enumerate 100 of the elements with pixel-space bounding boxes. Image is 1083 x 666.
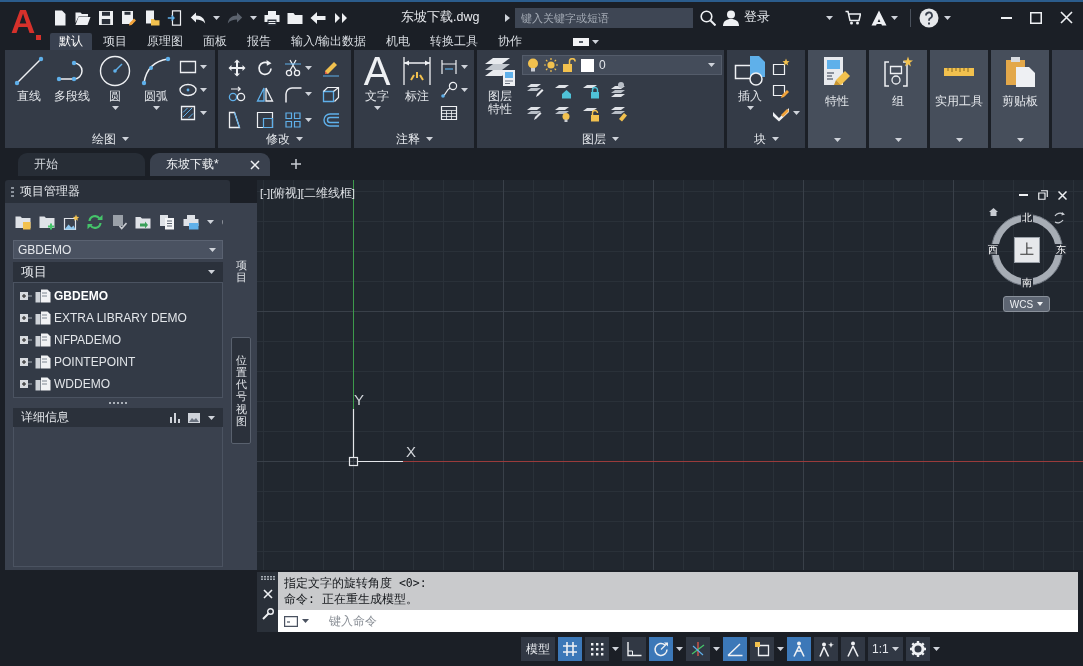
panel-title-button[interactable]: 绘图 [5, 130, 215, 148]
folder-plus-icon[interactable] [39, 214, 55, 230]
caret-icon[interactable] [305, 66, 312, 71]
ribbon-tab[interactable]: 输入/输出数据 [282, 33, 376, 50]
caret-icon[interactable] [200, 111, 207, 115]
bar-chart-icon[interactable] [170, 412, 180, 423]
caret-icon[interactable] [676, 647, 683, 651]
status-toggle[interactable] [841, 637, 865, 661]
ribbon-tab[interactable]: 报告 [238, 33, 280, 50]
annotation-scale-button[interactable]: 1:1 [868, 637, 903, 661]
image-star-icon[interactable] [63, 214, 79, 230]
maximize-icon[interactable] [1030, 11, 1042, 24]
expand-box-icon[interactable] [20, 357, 32, 366]
ribbon-tab[interactable]: 原理图 [138, 33, 192, 50]
back-arrow-icon[interactable] [310, 9, 326, 26]
compass-label[interactable]: 北 [1021, 212, 1033, 223]
minimize-icon[interactable] [1001, 16, 1012, 19]
fillet-icon[interactable] [284, 85, 302, 103]
status-toggle[interactable] [750, 637, 774, 661]
project-name[interactable]: EXTRA LIBRARY DEMO [54, 310, 187, 325]
ribbon-tool-button[interactable]: 插入 [733, 55, 767, 130]
ribbon-tab[interactable]: 默认 [50, 33, 92, 50]
project-name[interactable]: POINTEPOINT [54, 354, 136, 369]
status-toggle[interactable] [622, 637, 646, 661]
caret-icon[interactable] [250, 15, 257, 20]
ribbon-tab[interactable]: 转换工具 [421, 33, 488, 50]
ribbon-tab[interactable]: 协作 [489, 33, 532, 50]
caret-icon[interactable] [213, 15, 220, 20]
close-icon[interactable] [1058, 190, 1067, 200]
collapsed-panel-button[interactable]: 特性 [808, 50, 866, 148]
caret-icon[interactable] [833, 138, 841, 142]
array-icon[interactable] [284, 110, 302, 129]
caret-icon[interactable] [461, 65, 468, 69]
side-tab[interactable]: 项目 [231, 253, 251, 290]
caret-icon[interactable] [793, 111, 800, 115]
project-name[interactable]: NFPADEMO [54, 332, 122, 347]
layers-pencil-icon[interactable] [526, 104, 544, 122]
ribbon-tool-button[interactable]: 多段线 [52, 55, 92, 130]
ribbon-tab[interactable]: 项目 [94, 33, 136, 50]
caret-icon[interactable] [592, 39, 600, 44]
documents-icon[interactable] [159, 214, 175, 230]
document-tab[interactable]: 东坡下载* [150, 153, 270, 176]
status-toggle[interactable] [814, 637, 838, 661]
move-icon[interactable] [228, 59, 246, 78]
ribbon-tool-button[interactable]: A 文字 [360, 55, 394, 130]
linear-dimension-icon[interactable] [440, 58, 458, 76]
rotate-icon[interactable] [256, 59, 274, 78]
mirror-icon[interactable] [256, 85, 274, 103]
ribbon-tool-button[interactable]: 标注 [399, 55, 435, 130]
help-icon[interactable] [919, 7, 940, 28]
cart-icon[interactable] [845, 10, 862, 25]
viewport-controls-label[interactable]: [-][俯视][二维线框] [260, 186, 355, 201]
eraser-icon[interactable] [322, 59, 340, 78]
refresh-icon[interactable] [87, 214, 103, 230]
compass-label[interactable]: 西 [987, 244, 999, 255]
status-toggle[interactable] [558, 637, 582, 661]
save-icon[interactable] [98, 9, 114, 26]
document-folder-icon[interactable] [144, 9, 160, 26]
collapsed-panel-button[interactable]: 组 [869, 50, 927, 148]
panel-title-button[interactable]: 图层 [477, 130, 724, 148]
search-icon[interactable] [700, 9, 717, 26]
search-field[interactable]: 键入关键字或短语 [515, 7, 694, 28]
caret-icon[interactable] [207, 220, 214, 224]
caret-icon[interactable] [612, 647, 619, 651]
panel-title-button[interactable]: 修改 [218, 130, 351, 148]
project-name[interactable]: GBDEMO [54, 288, 108, 303]
document-tab[interactable]: 开始 [18, 153, 145, 176]
block-star-icon[interactable] [772, 58, 790, 76]
ribbon-tool-button[interactable]: 圆弧 [138, 55, 174, 130]
leader-icon[interactable] [440, 81, 458, 99]
hatch-icon[interactable] [179, 104, 197, 122]
folder-arrow-icon[interactable] [135, 214, 151, 230]
panel-title-button[interactable]: 注释 [354, 130, 474, 148]
panel-title-button[interactable]: 块 [727, 130, 805, 148]
ribbon-tab[interactable]: 面板 [194, 33, 236, 50]
caret-icon[interactable] [305, 92, 312, 96]
caret-icon[interactable] [302, 619, 309, 623]
caret-icon[interactable] [713, 647, 720, 651]
layers-pencil-icon[interactable] [526, 81, 544, 99]
panel-toggle-icon[interactable] [573, 36, 590, 47]
close-icon[interactable] [1060, 11, 1073, 24]
status-toggle[interactable] [649, 637, 673, 661]
caret-icon[interactable] [746, 106, 754, 110]
ucs-menu-button[interactable]: WCS [1003, 296, 1050, 312]
home-icon[interactable] [989, 208, 998, 216]
model-button[interactable]: 模型 [521, 637, 555, 661]
expand-box-icon[interactable] [20, 335, 32, 344]
view-cube-face[interactable]: 上 [1014, 237, 1040, 263]
caret-icon[interactable] [1016, 138, 1024, 142]
close-icon[interactable] [250, 159, 260, 170]
status-toggle[interactable] [686, 637, 710, 661]
caret-icon[interactable] [373, 106, 381, 110]
new-file-icon[interactable] [52, 9, 68, 26]
collapsed-panel-button[interactable]: 剪贴板 [991, 50, 1049, 148]
ribbon-tab[interactable]: 机电 [377, 33, 420, 50]
caret-icon[interactable] [461, 88, 468, 92]
command-prompt-icon[interactable] [284, 615, 298, 627]
restore-icon[interactable] [1038, 190, 1048, 200]
side-tab[interactable]: 位置代号视图 [231, 337, 251, 444]
collapsed-panel-button[interactable]: 实用工具 [930, 50, 988, 148]
